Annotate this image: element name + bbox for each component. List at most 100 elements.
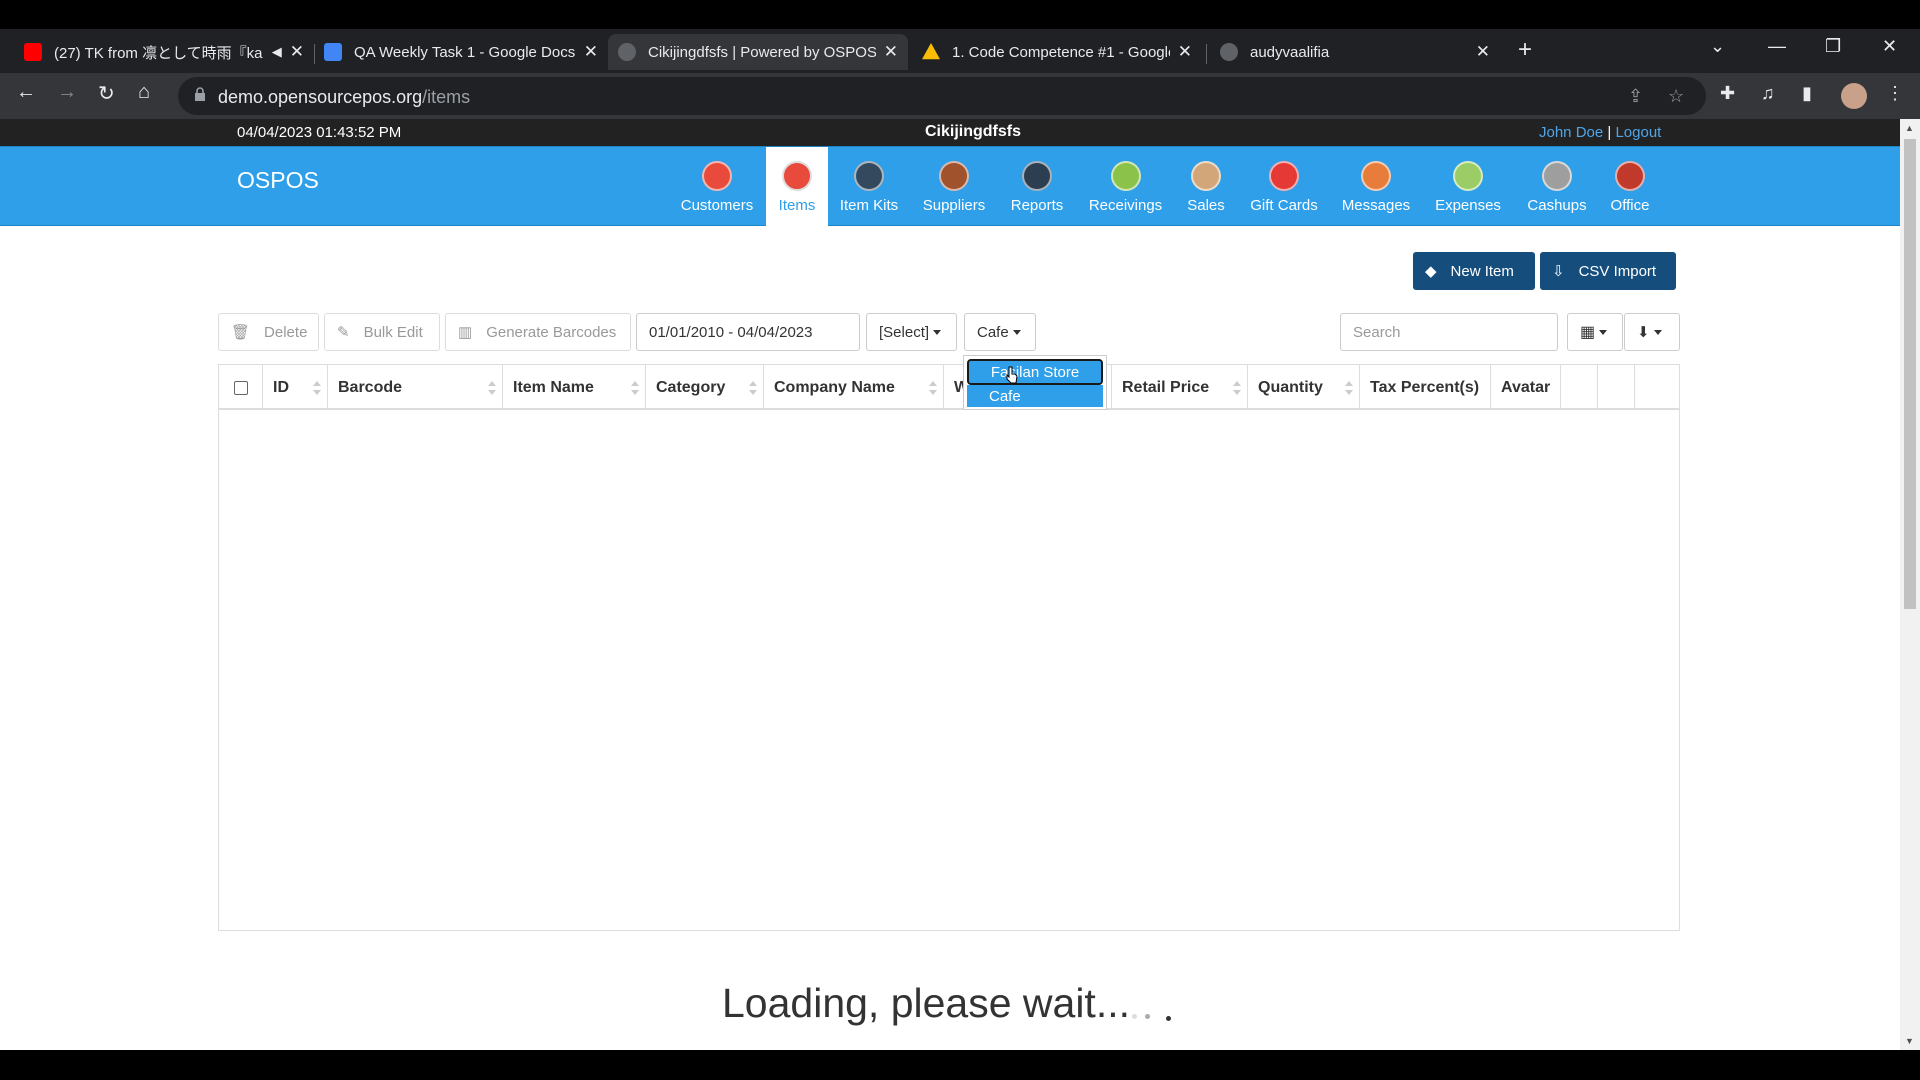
nav-customers[interactable]: Customers — [677, 147, 757, 227]
column-header-company-name[interactable]: Company Name — [764, 365, 944, 410]
page-scrollbar[interactable]: ▲ ▼ — [1900, 119, 1920, 1050]
scroll-up-icon[interactable]: ▲ — [1905, 123, 1914, 133]
column-header-quantity[interactable]: Quantity — [1248, 365, 1360, 410]
nav-receivings[interactable]: Receivings — [1083, 147, 1168, 227]
brand-logo[interactable]: OSPOS — [237, 167, 319, 194]
header-label: Barcode — [338, 378, 403, 396]
lock-icon — [195, 87, 205, 101]
user-link[interactable]: John Doe — [1539, 124, 1603, 141]
close-tab-icon[interactable]: ✕ — [290, 42, 304, 62]
nav-items[interactable]: Items — [766, 147, 828, 227]
header-label: Avatar — [1501, 378, 1551, 396]
suppliers-icon — [939, 161, 969, 191]
url-host: demo.opensourcepos.org — [218, 87, 423, 107]
filter-select[interactable]: [Select] — [866, 313, 957, 351]
nav-gift-cards[interactable]: Gift Cards — [1243, 147, 1325, 227]
logout-link[interactable]: Logout — [1615, 124, 1661, 141]
new-item-button[interactable]: ◆ New Item — [1413, 252, 1535, 290]
select-label: Cafe — [977, 323, 1009, 341]
browser-tab-ospos[interactable]: Cikijingdfsfs | Powered by OSPOS ✕ — [608, 34, 908, 70]
sales-icon — [1191, 161, 1221, 191]
delete-button[interactable]: 🗑 Delete — [218, 313, 319, 351]
import-icon: ⇩ — [1552, 263, 1565, 280]
menu-icon[interactable]: ⋮ — [1886, 83, 1904, 104]
tab-title: 1. Code Competence #1 - Google — [952, 43, 1170, 61]
dropdown-option-fasilan-store[interactable]: Fasilan Store — [967, 359, 1103, 385]
nav-label: Reports — [1010, 197, 1064, 214]
loading-message: Loading, please wait... — [722, 980, 1130, 1026]
nav-suppliers[interactable]: Suppliers — [914, 147, 994, 227]
close-tab-icon[interactable]: ✕ — [584, 42, 598, 62]
nav-cashups[interactable]: Cashups — [1515, 147, 1599, 227]
generate-barcodes-button[interactable]: ▥ Generate Barcodes — [445, 313, 631, 351]
nav-reports[interactable]: Reports — [997, 147, 1077, 227]
share-icon[interactable]: ⇪ — [1628, 86, 1643, 107]
tab-search-chevron-icon[interactable]: ⌄ — [1710, 36, 1725, 57]
close-tab-icon[interactable]: ✕ — [1476, 42, 1490, 62]
sort-icon — [749, 381, 757, 395]
home-icon[interactable]: ⌂ — [138, 81, 150, 104]
nav-expenses[interactable]: Expenses — [1426, 147, 1510, 227]
nav-office[interactable]: Office — [1600, 147, 1660, 227]
bulk-edit-button[interactable]: ✎ Bulk Edit — [324, 313, 440, 351]
tab-title: (27) TK from 凛として時雨『ka — [54, 44, 263, 62]
tab-title: audyvaalifia — [1250, 43, 1330, 61]
date-range-input[interactable]: 01/01/2010 - 04/04/2023 — [636, 313, 860, 351]
audio-icon[interactable]: ◀ — [272, 44, 282, 60]
select-all-checkbox[interactable] — [233, 380, 248, 395]
address-bar[interactable]: demo.opensourcepos.org/items ⇪ ☆ — [178, 77, 1706, 115]
bookmark-star-icon[interactable]: ☆ — [1668, 86, 1684, 107]
back-icon[interactable]: ← — [16, 81, 36, 104]
stock-location-select[interactable]: Cafe — [964, 313, 1036, 351]
forward-icon[interactable]: → — [57, 81, 77, 104]
close-tab-icon[interactable]: ✕ — [884, 42, 898, 62]
column-header-tax-percents[interactable]: Tax Percent(s) — [1360, 365, 1491, 410]
media-control-icon[interactable]: ♫ — [1761, 83, 1775, 104]
new-tab-icon[interactable]: + — [1518, 36, 1532, 64]
browser-tab-youtube[interactable]: (27) TK from 凛として時雨『ka ◀ ✕ — [14, 34, 314, 70]
nav-item-kits[interactable]: Item Kits — [829, 147, 909, 227]
drive-icon — [922, 43, 940, 60]
column-header-avatar[interactable]: Avatar — [1491, 365, 1561, 410]
scrollbar-thumb[interactable] — [1904, 139, 1916, 609]
separator: | — [1603, 124, 1616, 141]
button-label: New Item — [1450, 262, 1514, 280]
nav-label: Suppliers — [922, 197, 986, 214]
profile-avatar[interactable] — [1841, 83, 1867, 109]
minimize-icon[interactable]: — — [1768, 36, 1786, 57]
grid-icon: ▦ — [1580, 324, 1596, 341]
browser-tab-drive[interactable]: 1. Code Competence #1 - Google ✕ — [912, 34, 1202, 70]
scroll-down-icon[interactable]: ▼ — [1905, 1036, 1914, 1046]
mouse-cursor-icon — [1006, 366, 1018, 384]
dropdown-option-cafe[interactable]: Cafe — [967, 385, 1103, 407]
browser-tab-docs[interactable]: QA Weekly Task 1 - Google Docs ✕ — [314, 34, 608, 70]
restore-icon[interactable]: ❐ — [1825, 36, 1841, 57]
caret-down-icon — [1599, 329, 1608, 335]
nav-sales[interactable]: Sales — [1176, 147, 1236, 227]
browser-tab-github[interactable]: audyvaalifia ✕ — [1210, 34, 1500, 70]
nav-label: Customers — [680, 197, 754, 214]
close-window-icon[interactable]: ✕ — [1882, 36, 1897, 57]
close-tab-icon[interactable]: ✕ — [1178, 42, 1192, 62]
column-header-item-name[interactable]: Item Name — [503, 365, 646, 410]
search-input[interactable]: Search — [1340, 313, 1558, 351]
column-header-id[interactable]: ID — [263, 365, 328, 410]
customers-icon — [702, 161, 732, 191]
table-header: ID Barcode Item Name Category Company Na… — [219, 365, 1679, 410]
header-label: Item Name — [513, 378, 594, 396]
extensions-icon[interactable]: ✚ — [1720, 83, 1735, 104]
side-panel-icon[interactable]: ▮ — [1802, 83, 1812, 104]
nav-messages[interactable]: Messages — [1334, 147, 1418, 227]
loading-dot — [1166, 1016, 1171, 1021]
columns-toggle-button[interactable]: ▦ — [1567, 313, 1623, 351]
column-header-barcode[interactable]: Barcode — [328, 365, 503, 410]
csv-import-button[interactable]: ⇩ CSV Import — [1540, 252, 1676, 290]
column-header-retail-price[interactable]: Retail Price — [1112, 365, 1248, 410]
user-links: John Doe | Logout — [1539, 124, 1661, 141]
column-header-category[interactable]: Category — [646, 365, 764, 410]
reports-icon — [1022, 161, 1052, 191]
reload-icon[interactable]: ↻ — [98, 81, 115, 106]
office-icon — [1615, 161, 1645, 191]
button-label: Bulk Edit — [363, 323, 423, 341]
export-button[interactable]: ⬇ — [1624, 313, 1680, 351]
